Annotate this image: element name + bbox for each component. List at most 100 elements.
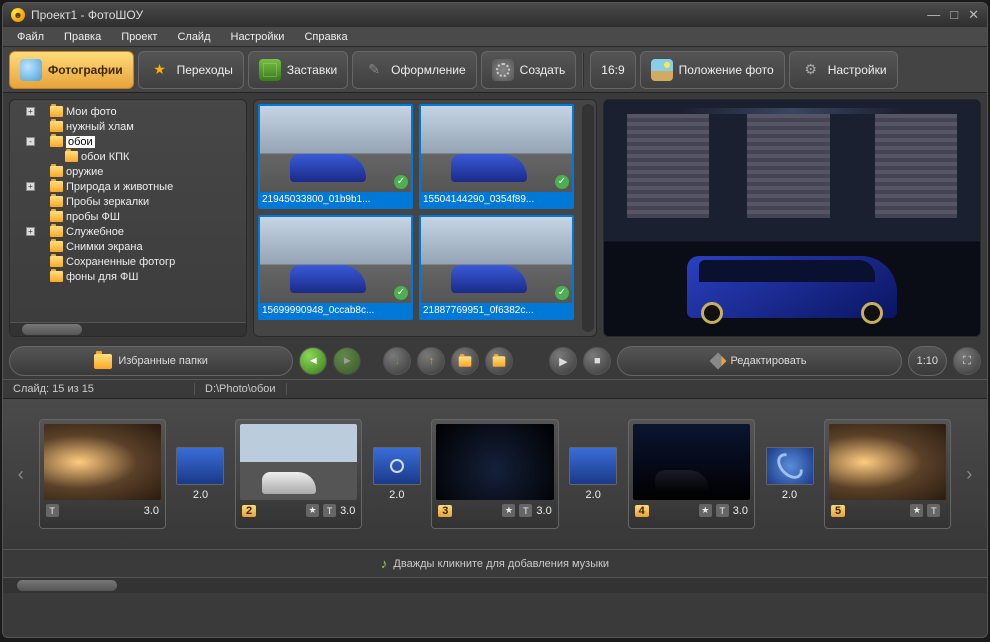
transition[interactable]: 2.0 [174,447,227,501]
transition-duration: 2.0 [586,489,601,501]
settings-button[interactable]: ⚙Настройки [789,51,898,89]
separator [582,53,584,87]
window-title: Проект1 - ФотоШОУ [31,8,143,22]
tree-label: Снимки экрана [66,241,143,253]
menu-help[interactable]: Справка [296,29,355,45]
star-toggle[interactable]: ★ [910,504,923,517]
tree-node[interactable]: Сохраненные фотогр [50,254,244,269]
folder-icon [50,121,63,132]
photo-thumb[interactable]: ✓15504144290_0354f89... [419,104,574,209]
tree-label: Мои фото [66,106,117,118]
favorites-button[interactable]: Избранные папки [9,346,293,376]
tree-node[interactable]: Снимки экрана [50,239,244,254]
tree-node[interactable]: +Природа и животные [50,179,244,194]
menu-settings[interactable]: Настройки [223,29,293,45]
minimize-button[interactable]: — [927,7,940,23]
tab-create[interactable]: Создать [481,51,577,89]
music-track[interactable]: ♪ Дважды кликните для добавления музыки [3,549,987,577]
grid-scrollbar[interactable] [582,104,594,332]
stop-button[interactable]: ■ [583,347,611,375]
tab-photos[interactable]: Фотографии [9,51,134,89]
transition-duration: 2.0 [389,489,404,501]
download-button[interactable]: ↓ [383,347,411,375]
edit-button[interactable]: Редактировать [617,346,901,376]
tab-templates[interactable]: Заставки [248,51,348,89]
tree-label: пробы ФШ [66,211,120,223]
text-toggle[interactable]: T [46,504,59,517]
timeline-slide[interactable]: 2★T3.0 [235,419,362,529]
tree-node[interactable]: Пробы зеркалки [50,194,244,209]
text-toggle[interactable]: T [519,504,532,517]
check-icon: ✓ [394,286,408,300]
expand-icon[interactable]: + [26,227,35,236]
time-display: 1:10 [908,346,947,376]
timeline-next-button[interactable]: › [959,454,979,494]
timeline-slide[interactable]: 4★T3.0 [628,419,755,529]
folder-icon [65,151,78,162]
text-toggle[interactable]: T [716,504,729,517]
expand-icon[interactable]: + [26,182,35,191]
timeline-prev-button[interactable]: ‹ [11,454,31,494]
tree-label: Пробы зеркалки [66,196,149,208]
transition-duration: 2.0 [193,489,208,501]
tree-label: оружие [66,166,103,178]
transition[interactable]: 2.0 [370,447,423,501]
star-toggle[interactable]: ★ [699,504,712,517]
timeline-slide[interactable]: 3★T3.0 [431,419,558,529]
menu-file[interactable]: Файл [9,29,52,45]
tree-node[interactable]: фоны для ФШ [50,269,244,284]
maximize-button[interactable]: □ [950,7,958,23]
upload-button[interactable]: ↑ [417,347,445,375]
timeline-slide[interactable]: 5★T [824,419,951,529]
expand-icon[interactable]: - [26,137,35,146]
star-toggle[interactable]: ★ [306,504,319,517]
tree-node[interactable]: оружие [50,164,244,179]
tree-node[interactable]: нужный хлам [50,119,244,134]
aspect-button[interactable]: 16:9 [590,51,635,89]
menu-slide[interactable]: Слайд [169,29,218,45]
star-toggle[interactable]: ★ [502,504,515,517]
tree-node[interactable]: +Мои фото [50,104,244,119]
photo-thumb[interactable]: ✓21887769951_0f6382c... [419,215,574,320]
star-icon: ★ [149,59,171,81]
timeline[interactable]: ‹ T3.02.02★T3.02.03★T3.02.04★T3.02.05★T› [3,399,987,549]
thumb-caption: 21945033800_01b9b1... [260,192,411,207]
photo-thumb[interactable]: ✓ 15699990948_0ccab8c... [258,215,413,320]
preview [603,99,981,337]
tab-transitions[interactable]: ★Переходы [138,51,244,89]
tree-node[interactable]: пробы ФШ [50,209,244,224]
folder-down-button[interactable] [451,347,479,375]
tree-label: Природа и животные [66,181,173,193]
folder-up-button[interactable] [485,347,513,375]
menu-project[interactable]: Проект [113,29,165,45]
status-bar: Слайд: 15 из 15 D:\Photo\обои [3,379,987,399]
menu-edit[interactable]: Правка [56,29,109,45]
tree-label: фоны для ФШ [66,271,139,283]
tree-node[interactable]: обои КПК [50,149,244,164]
text-toggle[interactable]: T [927,504,940,517]
nav-forward-button[interactable]: ► [333,347,361,375]
fullscreen-button[interactable]: ⛶ [953,347,981,375]
transition[interactable]: 2.0 [567,447,620,501]
music-note-icon: ♪ [381,556,388,571]
transition[interactable]: 2.0 [763,447,816,501]
timeline-slide[interactable]: T3.0 [39,419,166,529]
tree-scrollbar[interactable] [10,322,246,336]
text-toggle[interactable]: T [323,504,336,517]
tab-design[interactable]: ✎Оформление [352,51,476,89]
photo-position-button[interactable]: Положение фото [640,51,785,89]
tree-node[interactable]: -обои [50,134,244,149]
timeline-scrollbar[interactable] [3,577,987,593]
expand-icon[interactable]: + [26,107,35,116]
photo-thumb[interactable]: ✓21945033800_01b9b1... [258,104,413,209]
slide-duration: 3.0 [340,505,355,517]
thumb-caption: 15699990948_0ccab8c... [260,303,411,318]
check-icon: ✓ [555,175,569,189]
folder-icon [50,136,63,147]
folder-icon [50,211,63,222]
close-button[interactable]: ✕ [968,7,979,23]
play-button[interactable]: ▶ [549,347,577,375]
folder-tree[interactable]: +Мои фотонужный хлам-обоиобои КПКоружие+… [10,100,246,322]
nav-back-button[interactable]: ◄ [299,347,327,375]
tree-node[interactable]: +Служебное [50,224,244,239]
